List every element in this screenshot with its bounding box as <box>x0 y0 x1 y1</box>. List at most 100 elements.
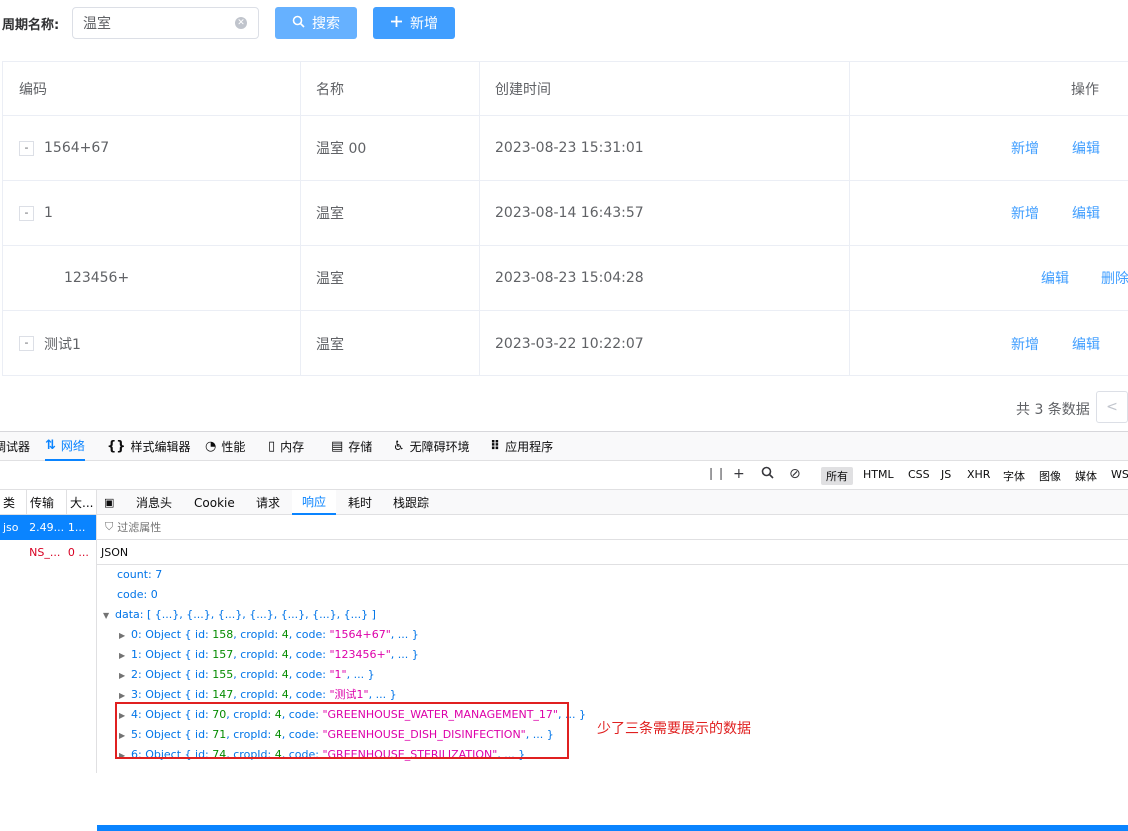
json-section-label: JSON <box>97 540 1128 565</box>
clear-block-icon[interactable]: ⊘ <box>789 466 801 482</box>
clear-icon[interactable]: ✕ <box>235 17 247 29</box>
tab-stack-trace[interactable]: 栈跟踪 <box>393 490 429 515</box>
search-input-wrapper[interactable]: ✕ <box>72 7 259 39</box>
data-table: 编码 名称 创建时间 操作 - 1564+67 温室 00 2023-08-23… <box>2 61 1128 376</box>
collapse-toggle[interactable]: - <box>19 336 34 351</box>
row-edit-link[interactable]: 编辑 <box>1072 138 1100 158</box>
request-row[interactable]: NS_... 0 ... <box>0 540 96 565</box>
filter-html[interactable]: HTML <box>863 468 894 481</box>
tab-network[interactable]: ⇅ 网络 <box>45 432 85 461</box>
cell-code: - 1 <box>3 181 301 245</box>
cell-created: 2023-08-23 15:31:01 <box>480 116 850 180</box>
collapsed-triangle-icon[interactable]: ▶ <box>119 666 131 686</box>
request-row-selected[interactable]: jso 2.49... 1... <box>0 515 96 540</box>
json-item[interactable]: ▶ 2: Object { id: 155, cropId: 4, code: "… <box>119 665 375 685</box>
col-transfer[interactable]: 传输 <box>27 490 67 515</box>
req-transfer: NS_... <box>29 546 61 559</box>
tab-debugger[interactable]: 调试器 <box>0 432 30 461</box>
req-size: 0 ... <box>67 546 89 559</box>
filter-properties-input[interactable]: ⛉ 过滤属性 <box>97 515 1128 540</box>
header-name: 名称 <box>301 62 480 115</box>
row-delete-link[interactable]: 删除 <box>1101 268 1128 288</box>
item-prefix: 2: Object { id: <box>131 668 213 681</box>
req-type: jso <box>3 521 19 534</box>
plus-icon[interactable]: + <box>733 466 745 482</box>
tab-request[interactable]: 请求 <box>256 490 280 515</box>
tab-memory[interactable]: ▯ 内存 <box>268 432 304 461</box>
search-input[interactable] <box>83 14 233 32</box>
item-crop: 4 <box>281 648 289 661</box>
tab-storage[interactable]: ▤ 存储 <box>331 432 372 461</box>
search-icon <box>292 15 305 32</box>
req-size: 1... <box>67 521 86 534</box>
row-add-link[interactable]: 新增 <box>1011 334 1039 354</box>
json-item[interactable]: ▶ 0: Object { id: 158, cropId: 4, code: "… <box>119 625 419 645</box>
tab-cookie[interactable]: Cookie <box>194 490 235 515</box>
search-bar: 周期名称: ✕ 搜索 新增 <box>0 0 1128 46</box>
tab-headers[interactable]: 消息头 <box>136 490 172 515</box>
expanded-triangle-icon[interactable]: ▼ <box>103 606 115 626</box>
filter-js[interactable]: JS <box>941 468 951 481</box>
cell-actions: 新增 编辑 <box>850 311 1128 376</box>
pause-icon[interactable]: ❘❘ <box>706 466 726 480</box>
item-tail: , ... } <box>346 668 375 681</box>
tab-style-editor[interactable]: {} 样式编辑器 <box>107 432 191 461</box>
collapse-toggle[interactable]: - <box>19 205 34 221</box>
add-button[interactable]: 新增 <box>373 7 455 39</box>
item-id: 155 <box>212 668 234 681</box>
filter-all[interactable]: 所有 <box>821 467 853 485</box>
item-id: 157 <box>212 648 234 661</box>
json-data[interactable]: ▼ data: [ {...}, {...}, {...}, {...}, {..… <box>103 605 376 625</box>
item-mid: , cropId: <box>233 628 282 641</box>
cell-actions: 新增 编辑 <box>850 181 1128 245</box>
network-icon: ⇅ <box>45 438 56 453</box>
row-edit-link[interactable]: 编辑 <box>1041 268 1069 288</box>
tab-accessibility[interactable]: ♿ 无障碍环境 <box>393 432 470 461</box>
cell-code: - 1564+67 <box>3 116 301 180</box>
search-label: 周期名称: <box>2 18 60 33</box>
cell-name: 温室 <box>301 311 480 376</box>
item-mid: , cropId: <box>233 648 282 661</box>
filter-ws[interactable]: WS <box>1111 468 1128 481</box>
code-text: 测试1 <box>44 336 81 353</box>
item-mid2: , code: <box>288 688 330 701</box>
code-text: code: 0 <box>117 588 158 601</box>
header-actions: 操作 <box>1071 81 1099 98</box>
row-edit-link[interactable]: 编辑 <box>1072 334 1100 354</box>
panel-toggle-icon[interactable]: ▣ <box>104 490 114 515</box>
table-row: - 1564+67 温室 00 2023-08-23 15:31:01 新增 编… <box>3 116 1128 181</box>
filter-xhr[interactable]: XHR <box>967 468 990 481</box>
col-size[interactable]: 大... <box>67 490 97 515</box>
filter-css[interactable]: CSS <box>908 468 930 481</box>
storage-icon: ▤ <box>331 439 344 454</box>
collapsed-triangle-icon[interactable]: ▶ <box>119 646 131 666</box>
filter-fonts[interactable]: 字体 <box>1003 468 1025 484</box>
tab-timings[interactable]: 耗时 <box>348 490 372 515</box>
cell-created: 2023-08-23 15:04:28 <box>480 246 850 310</box>
item-crop: 4 <box>281 668 289 681</box>
tab-performance[interactable]: ◔ 性能 <box>205 432 245 461</box>
row-add-link[interactable]: 新增 <box>1011 138 1039 158</box>
row-add-link[interactable]: 新增 <box>1011 203 1039 223</box>
table-row: - 1 温室 2023-08-14 16:43:57 新增 编辑 <box>3 181 1128 246</box>
tab-label: 性能 <box>221 440 246 454</box>
table-row: 123456+ 温室 2023-08-23 15:04:28 编辑 删除 <box>3 246 1128 311</box>
item-mid: , cropId: <box>233 668 282 681</box>
tab-response[interactable]: 响应 <box>292 490 337 515</box>
annotation-text: 少了三条需要展示的数据 <box>597 721 751 737</box>
collapse-toggle[interactable]: - <box>19 140 34 156</box>
request-list: 类 传输 大... jso 2.49... 1... NS_... 0 ... <box>0 490 97 773</box>
item-tail: , ... } <box>390 628 419 641</box>
search-icon[interactable] <box>761 466 774 483</box>
filter-media[interactable]: 媒体 <box>1075 468 1097 484</box>
collapsed-triangle-icon[interactable]: ▶ <box>119 626 131 646</box>
tab-application[interactable]: ⠿ 应用程序 <box>490 432 553 461</box>
tab-label: 网络 <box>60 439 85 453</box>
details-tabbar: ▣ 消息头 Cookie 请求 响应 耗时 栈跟踪 <box>97 490 1128 515</box>
prev-page-button[interactable]: < <box>1096 391 1128 423</box>
search-button[interactable]: 搜索 <box>275 7 357 39</box>
json-item[interactable]: ▶ 1: Object { id: 157, cropId: 4, code: "… <box>119 645 419 665</box>
col-type[interactable]: 类 <box>0 490 27 515</box>
filter-images[interactable]: 图像 <box>1039 468 1061 484</box>
row-edit-link[interactable]: 编辑 <box>1072 203 1100 223</box>
